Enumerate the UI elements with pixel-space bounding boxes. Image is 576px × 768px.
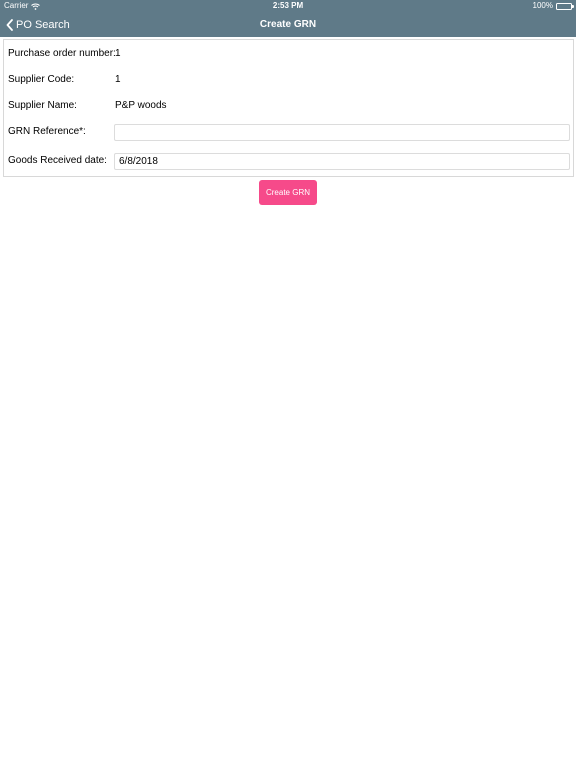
create-grn-button[interactable]: Create GRN (259, 180, 317, 205)
page-title: Create GRN (259, 19, 317, 30)
grn-form: Purchase order number: 1 Supplier Code: … (3, 39, 574, 177)
supplier-name-value: P&P woods (115, 100, 167, 111)
grn-reference-label: GRN Reference*: (8, 126, 86, 137)
back-button[interactable]: PO Search (6, 15, 70, 35)
supplier-name-row: Supplier Name: P&P woods (4, 93, 573, 119)
po-number-value: 1 (115, 48, 121, 59)
po-number-row: Purchase order number: 1 (4, 41, 573, 67)
status-battery: 100% (532, 0, 574, 12)
back-button-label: PO Search (16, 19, 70, 31)
goods-received-row: Goods Received date: (4, 148, 573, 174)
goods-received-label: Goods Received date: (8, 155, 107, 166)
po-number-label: Purchase order number: (8, 48, 116, 59)
app-header: Carrier 2:53 PM 100% Create GRN PO Searc… (0, 0, 576, 37)
supplier-code-row: Supplier Code: 1 (4, 67, 573, 93)
chevron-left-icon (6, 19, 13, 31)
supplier-name-label: Supplier Name: (8, 100, 77, 111)
nav-bar: Create GRN PO Search (0, 12, 576, 37)
goods-received-date-input[interactable] (114, 153, 570, 170)
supplier-code-value: 1 (115, 74, 121, 85)
grn-reference-row: GRN Reference*: (4, 119, 573, 145)
grn-reference-input[interactable] (114, 124, 570, 141)
battery-percent: 100% (532, 1, 553, 10)
supplier-code-label: Supplier Code: (8, 74, 75, 85)
battery-icon (556, 2, 574, 10)
status-bar: Carrier 2:53 PM 100% (0, 0, 576, 12)
status-time: 2:53 PM (272, 1, 304, 10)
